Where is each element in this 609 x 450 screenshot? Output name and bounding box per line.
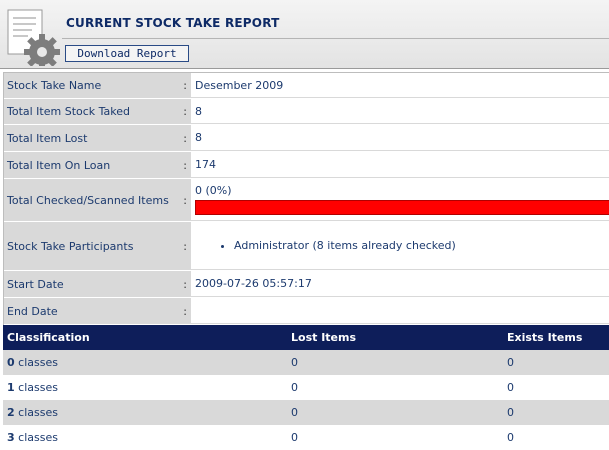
exists-items-cell: 0 <box>503 425 609 450</box>
checked-items-progress-bar <box>195 200 609 215</box>
exists-items-cell: 0 <box>503 350 609 375</box>
info-colon: : <box>183 277 187 291</box>
info-row-start-date: Start Date: 2009-07-26 05:57:17 <box>4 271 609 298</box>
info-colon: : <box>183 193 187 207</box>
info-colon: : <box>183 239 187 253</box>
info-row-total-item-stock-taked: Total Item Stock Taked: 8 <box>4 99 609 125</box>
info-value-total-item-lost: 8 <box>191 125 609 151</box>
column-header-lost-items: Lost Items <box>287 325 503 350</box>
info-value-total-item-on-loan: 174 <box>191 152 609 178</box>
info-label: Total Item On Loan <box>7 158 111 172</box>
info-colon: : <box>183 79 187 92</box>
page-title: CURRENT STOCK TAKE REPORT <box>66 16 280 30</box>
info-row-total-item-lost: Total Item Lost: 8 <box>4 125 609 152</box>
info-label: Stock Take Name <box>7 79 102 92</box>
column-header-exists-items: Exists Items <box>503 325 609 350</box>
table-row: 2 classes 0 0 <box>3 400 609 425</box>
info-value-participants: Administrator (8 items already checked) <box>191 222 609 270</box>
progress-bar-track <box>196 201 609 214</box>
info-value-start-date: 2009-07-26 05:57:17 <box>191 271 609 297</box>
report-header: CURRENT STOCK TAKE REPORT Download Repor… <box>0 0 609 70</box>
classification-table: Classification Lost Items Exists Items 0… <box>3 325 609 450</box>
classification-link[interactable]: 0 classes <box>7 356 58 369</box>
info-label: Total Checked/Scanned Items <box>7 193 169 207</box>
classification-link[interactable]: 1 classes <box>7 381 58 394</box>
info-row-total-checked-items: Total Checked/Scanned Items: 0 (0%) <box>4 179 609 222</box>
classification-link[interactable]: 2 classes <box>7 406 58 419</box>
info-value-end-date <box>191 298 609 324</box>
participant-item: Administrator (8 items already checked) <box>234 239 456 252</box>
exists-items-cell: 0 <box>503 375 609 400</box>
classification-cell: 2 classes <box>3 400 287 425</box>
lost-items-cell: 0 <box>287 400 503 425</box>
info-value-stock-take-name: Desember 2009 <box>191 73 609 98</box>
classification-cell: 1 classes <box>3 375 287 400</box>
report-gear-icon <box>6 8 60 70</box>
info-row-end-date: End Date: <box>4 298 609 325</box>
table-row: 3 classes 0 0 <box>3 425 609 450</box>
download-report-button[interactable]: Download Report <box>65 45 189 62</box>
classification-link[interactable]: 3 classes <box>7 431 58 444</box>
classification-cell: 3 classes <box>3 425 287 450</box>
lost-items-cell: 0 <box>287 350 503 375</box>
lost-items-cell: 0 <box>287 375 503 400</box>
info-label: End Date <box>7 304 58 318</box>
info-value-total-item-stock-taked: 8 <box>191 99 609 124</box>
header-divider <box>62 38 609 39</box>
info-colon: : <box>183 105 187 118</box>
checked-items-count: 0 (0%) <box>195 184 232 197</box>
info-row-stock-take-name: Stock Take Name: Desember 2009 <box>4 73 609 99</box>
lost-items-cell: 0 <box>287 425 503 450</box>
info-label: Stock Take Participants <box>7 239 134 253</box>
table-header-row: Classification Lost Items Exists Items <box>3 325 609 350</box>
classification-cell: 0 classes <box>3 350 287 375</box>
participants-list: Administrator (8 items already checked) <box>195 239 456 252</box>
info-row-participants: Stock Take Participants: Administrator (… <box>4 222 609 271</box>
table-row: 1 classes 0 0 <box>3 375 609 400</box>
info-label: Start Date <box>7 277 64 291</box>
info-value-total-checked-items: 0 (0%) <box>191 179 609 221</box>
info-colon: : <box>183 131 187 145</box>
info-row-total-item-on-loan: Total Item On Loan: 174 <box>4 152 609 179</box>
info-label: Total Item Stock Taked <box>7 105 131 118</box>
table-row: 0 classes 0 0 <box>3 350 609 375</box>
stock-take-info-table: Stock Take Name: Desember 2009 Total Ite… <box>3 72 609 325</box>
column-header-classification: Classification <box>3 325 287 350</box>
info-label: Total Item Lost <box>7 131 88 145</box>
exists-items-cell: 0 <box>503 400 609 425</box>
info-colon: : <box>183 158 187 172</box>
info-colon: : <box>183 304 187 318</box>
